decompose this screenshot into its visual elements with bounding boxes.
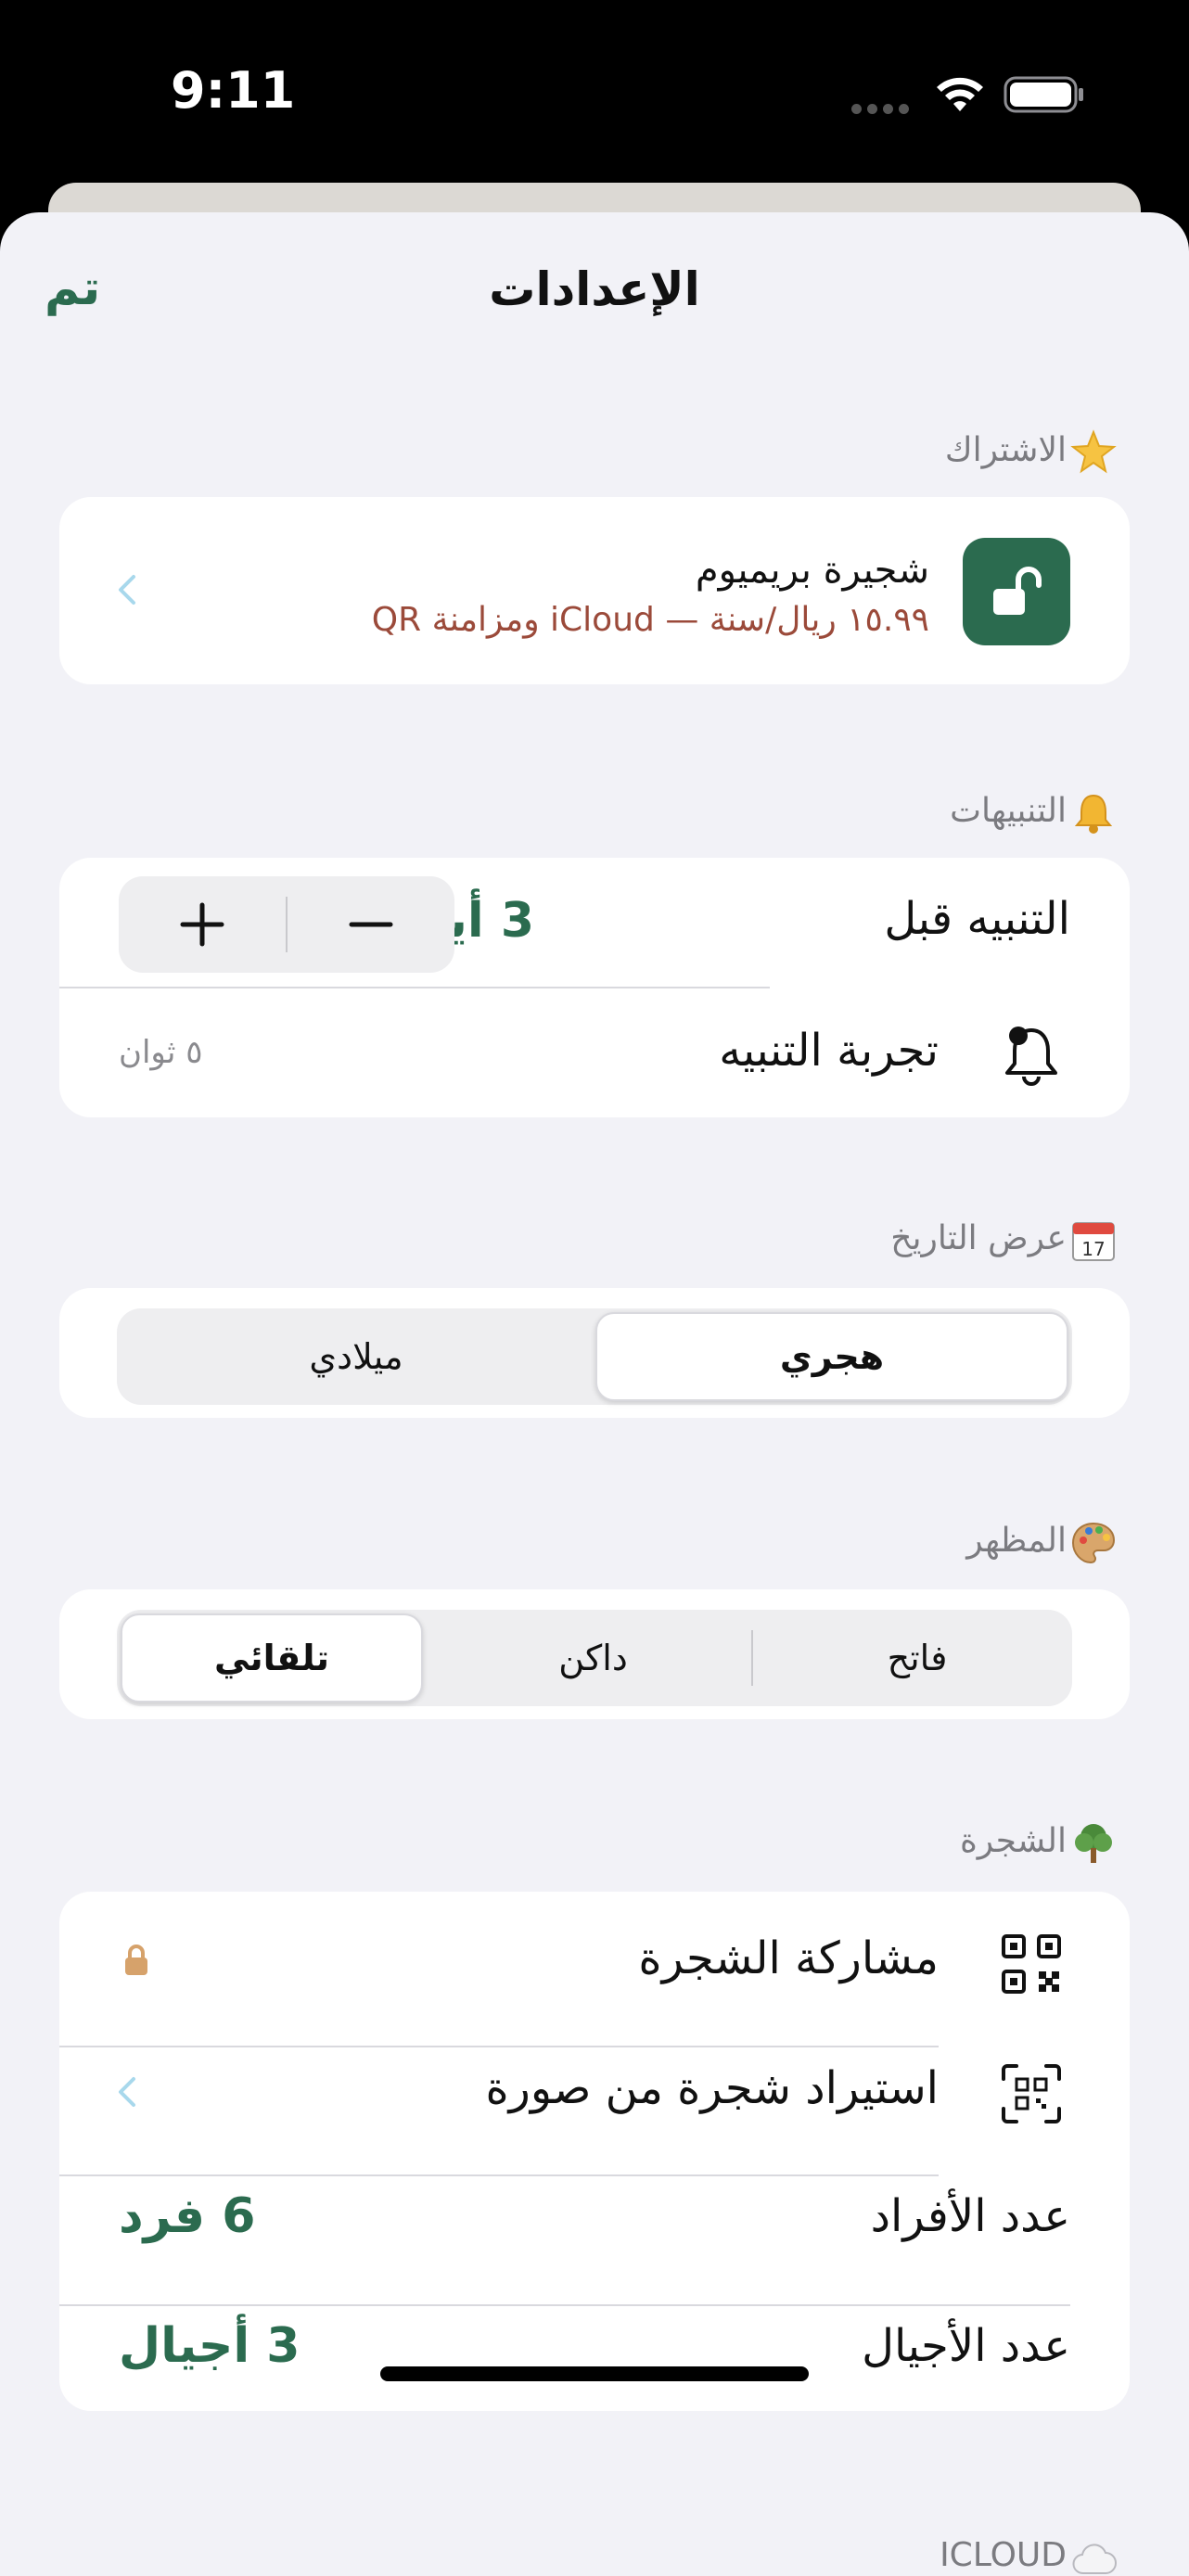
wifi-icon bbox=[937, 77, 983, 111]
bell-badge-icon bbox=[1005, 1027, 1057, 1086]
lock-icon bbox=[125, 1945, 147, 1975]
divider bbox=[59, 2046, 939, 2047]
plus-icon bbox=[180, 902, 224, 947]
import-tree-button[interactable]: استيراد شجرة من صورة bbox=[486, 2062, 939, 2114]
divider bbox=[59, 2304, 1070, 2306]
chevron-left-icon bbox=[119, 2077, 135, 2107]
cellular-signal-icon bbox=[851, 104, 909, 114]
cloud-icon bbox=[1072, 2544, 1117, 2575]
appearance-card: فاتح داكن تلقائي bbox=[59, 1589, 1130, 1719]
divider bbox=[59, 987, 770, 988]
alert-before-label: التنبيه قبل bbox=[884, 893, 1070, 945]
alerts-card: التنبيه قبل 3 أيام تجربة التنبيه ٥ ثو bbox=[59, 858, 1130, 1117]
generations-count-label: عدد الأجيال bbox=[862, 2320, 1070, 2372]
palette-icon bbox=[1071, 1522, 1116, 1564]
tree-icon bbox=[1075, 1824, 1112, 1863]
date-display-card: هجري ميلادي bbox=[59, 1288, 1130, 1418]
tree-card: مشاركة الشجرة استيراد شجرة من صورة عدد ا… bbox=[59, 1892, 1130, 2411]
page-title: الإعدادات bbox=[489, 262, 700, 316]
decrement-button[interactable] bbox=[288, 876, 454, 973]
section-header-alerts: التنبيهات bbox=[950, 792, 1067, 830]
unlock-icon bbox=[963, 538, 1070, 645]
star-icon bbox=[1070, 429, 1117, 474]
calendar-icon: 17 bbox=[1072, 1222, 1115, 1261]
section-header-appearance: المظهر bbox=[966, 1522, 1067, 1560]
battery-icon bbox=[1004, 76, 1083, 113]
status-bar: 9:11 bbox=[0, 0, 1189, 185]
settings-sheet: الإعدادات تم الاشتراك شجيرة بريميوم ١٥.٩… bbox=[0, 212, 1189, 2576]
section-header-date-display: عرض التاريخ bbox=[890, 1219, 1067, 1257]
appearance-segmented-control: فاتح داكن تلقائي bbox=[117, 1610, 1072, 1706]
members-count-value: 6 فرد bbox=[119, 2188, 256, 2244]
share-tree-button[interactable]: مشاركة الشجرة bbox=[638, 1932, 939, 1984]
home-indicator bbox=[380, 2366, 809, 2381]
calendar-segmented-control: هجري ميلادي bbox=[117, 1308, 1072, 1405]
bell-emoji-icon bbox=[1074, 794, 1113, 834]
section-header-tree: الشجرة bbox=[959, 1822, 1067, 1860]
done-button[interactable]: تم bbox=[45, 261, 100, 316]
members-count-label: عدد الأفراد bbox=[870, 2190, 1070, 2242]
increment-button[interactable] bbox=[119, 876, 286, 973]
qr-scan-icon bbox=[1002, 2064, 1061, 2123]
divider bbox=[59, 2174, 939, 2176]
svg-text:17: 17 bbox=[1081, 1238, 1105, 1260]
status-time: 9:11 bbox=[171, 61, 296, 120]
qr-code-icon bbox=[1002, 1934, 1061, 1994]
segment-gregorian[interactable]: ميلادي bbox=[117, 1308, 595, 1405]
section-header-subscription: الاشتراك bbox=[944, 431, 1067, 469]
chevron-left-icon bbox=[119, 575, 135, 605]
minus-icon bbox=[349, 922, 393, 927]
segment-dark[interactable]: داكن bbox=[435, 1610, 751, 1706]
test-alert-button[interactable]: تجربة التنبيه bbox=[719, 1025, 939, 1077]
subscription-title: شجيرة بريميوم bbox=[695, 549, 929, 592]
alert-days-stepper[interactable] bbox=[119, 876, 454, 973]
segment-auto[interactable]: تلقائي bbox=[121, 1610, 423, 1706]
test-alert-hint: ٥ ثوان bbox=[119, 1034, 203, 1071]
section-header-icloud: ICLOUD bbox=[940, 2536, 1067, 2574]
segment-light[interactable]: فاتح bbox=[762, 1610, 1072, 1706]
subscription-description: ١٥.٩٩ ريال/سنة — iCloud ومزامنة QR bbox=[371, 601, 929, 639]
segment-hijri[interactable]: هجري bbox=[595, 1308, 1068, 1405]
subscription-row[interactable]: شجيرة بريميوم ١٥.٩٩ ريال/سنة — iCloud وم… bbox=[59, 497, 1130, 684]
generations-count-value: 3 أجيال bbox=[119, 2318, 300, 2374]
